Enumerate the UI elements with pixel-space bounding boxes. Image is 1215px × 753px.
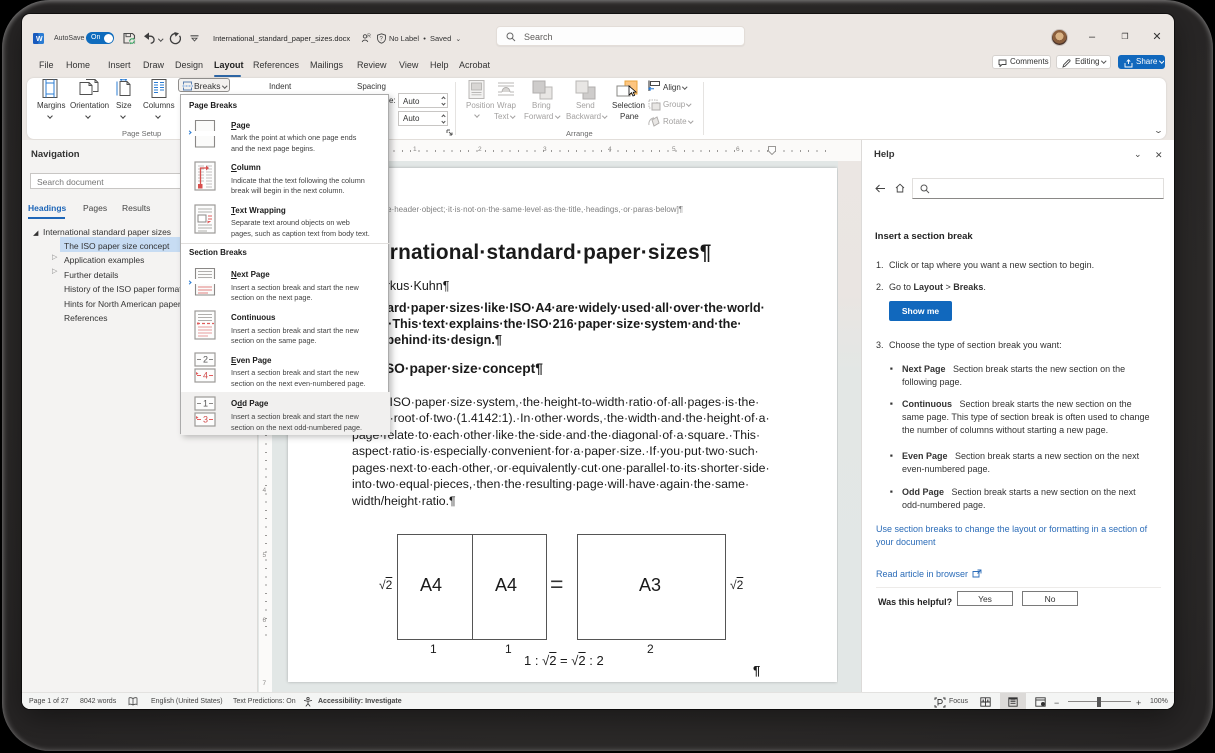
svg-text:W: W [36, 36, 43, 43]
svg-text:3: 3 [203, 415, 208, 425]
svg-text:4: 4 [203, 371, 208, 381]
svg-text:R: R [367, 33, 371, 39]
svg-text:?: ? [380, 36, 384, 42]
svg-text:2: 2 [203, 355, 208, 365]
svg-text:1: 1 [203, 399, 208, 409]
